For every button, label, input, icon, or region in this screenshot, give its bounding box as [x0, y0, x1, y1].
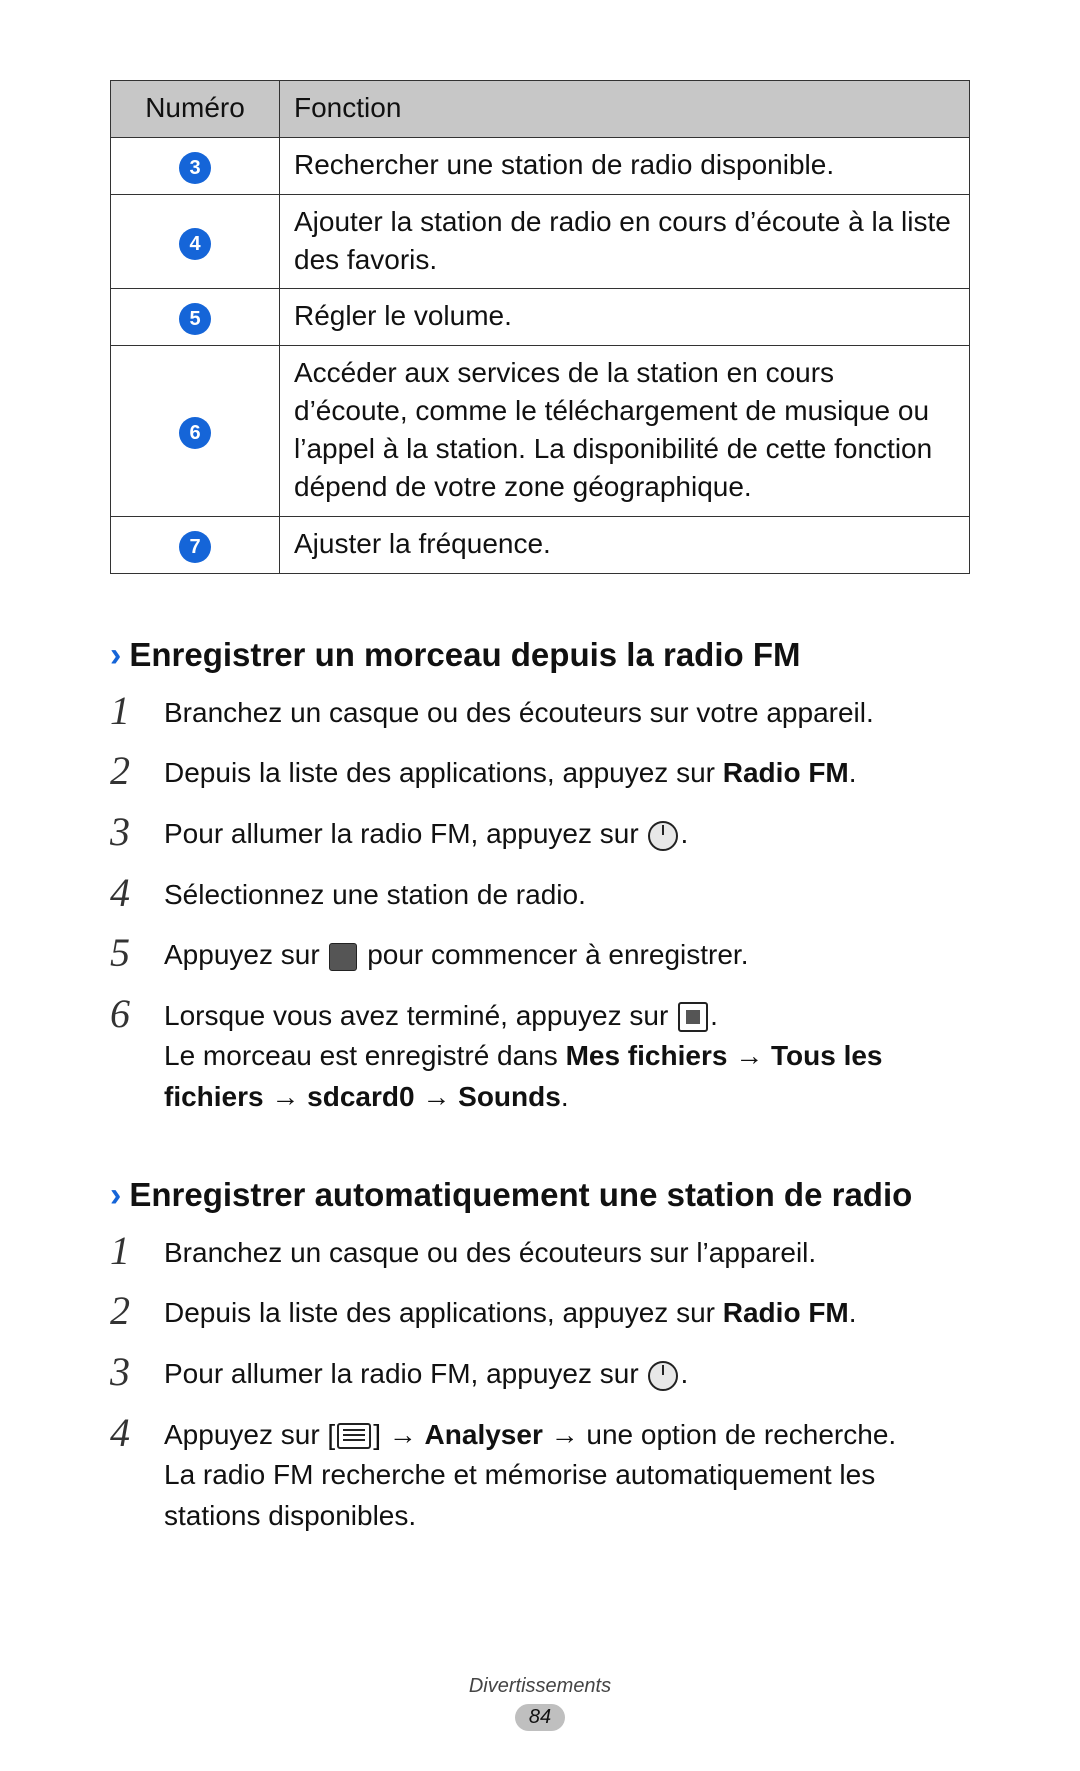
step-text-part: Appuyez sur — [164, 939, 327, 970]
header-numero: Numéro — [111, 81, 280, 138]
step-item: 6 Lorsque vous avez terminé, appuyez sur… — [110, 984, 970, 1126]
table-header-row: Numéro Fonction — [111, 81, 970, 138]
section-title: Enregistrer automatiquement une station … — [129, 1174, 912, 1215]
table-row: 6 Accéder aux services de la station en … — [111, 346, 970, 516]
step-number: 6 — [110, 992, 146, 1034]
function-table: Numéro Fonction 3 Rechercher une station… — [110, 80, 970, 574]
row-num-cell: 3 — [111, 137, 280, 194]
step-text: Depuis la liste des applications, appuye… — [164, 1289, 970, 1334]
row-func-cell: Ajouter la station de radio en cours d’é… — [280, 194, 970, 289]
number-badge-icon: 3 — [179, 152, 211, 184]
step-item: 5 Appuyez sur pour commencer à enregistr… — [110, 923, 970, 984]
table-row: 4 Ajouter la station de radio en cours d… — [111, 194, 970, 289]
step-item: 2 Depuis la liste des applications, appu… — [110, 741, 970, 802]
step-item: 1 Branchez un casque ou des écouteurs su… — [110, 681, 970, 742]
number-badge-icon: 5 — [179, 303, 211, 335]
step-text-part: Appuyez sur [ — [164, 1419, 335, 1450]
footer-section-label: Divertissements — [0, 1675, 1080, 1698]
step-text-part: . — [680, 818, 688, 849]
step-text: Pour allumer la radio FM, appuyez sur . — [164, 810, 970, 855]
step-text: Appuyez sur [ ] → Analyser → une option d… — [164, 1411, 970, 1537]
section-heading-record-song: › Enregistrer un morceau depuis la radio… — [110, 634, 970, 675]
step-text-bold: Radio FM — [723, 1297, 849, 1328]
step-text-part: ] → — [373, 1419, 424, 1450]
step-text-bold: Analyser — [425, 1419, 543, 1450]
step-number: 3 — [110, 810, 146, 852]
step-text: Appuyez sur pour commencer à enregistrer… — [164, 931, 970, 976]
arrow-text: → — [264, 1081, 308, 1112]
step-text-part: La radio FM recherche et mémorise automa… — [164, 1459, 875, 1531]
step-number: 3 — [110, 1350, 146, 1392]
step-text-part: . — [710, 1000, 718, 1031]
step-text-bold: Mes fichiers — [566, 1040, 728, 1071]
step-item: 1 Branchez un casque ou des écouteurs su… — [110, 1221, 970, 1282]
steps-list-auto-record: 1 Branchez un casque ou des écouteurs su… — [110, 1221, 970, 1545]
page-number-badge: 84 — [515, 1704, 565, 1731]
arrow-text: → — [415, 1081, 459, 1112]
record-icon — [329, 943, 357, 971]
step-item: 4 Sélectionnez une station de radio. — [110, 863, 970, 924]
table-row: 3 Rechercher une station de radio dispon… — [111, 137, 970, 194]
step-item: 4 Appuyez sur [ ] → Analyser → une option… — [110, 1403, 970, 1545]
section-title: Enregistrer un morceau depuis la radio F… — [129, 634, 800, 675]
step-text: Pour allumer la radio FM, appuyez sur . — [164, 1350, 970, 1395]
table-row: 5 Régler le volume. — [111, 289, 970, 346]
page-footer: Divertissements 84 — [0, 1675, 1080, 1731]
step-text: Sélectionnez une station de radio. — [164, 871, 970, 916]
step-text-part: Pour allumer la radio FM, appuyez sur — [164, 818, 646, 849]
row-num-cell: 6 — [111, 346, 280, 516]
step-text: Branchez un casque ou des écouteurs sur … — [164, 1229, 970, 1274]
steps-list-record-song: 1 Branchez un casque ou des écouteurs su… — [110, 681, 970, 1126]
step-text: Branchez un casque ou des écouteurs sur … — [164, 689, 970, 734]
power-icon — [648, 1361, 678, 1391]
step-text-part: . — [680, 1358, 688, 1389]
arrow-text: → — [727, 1040, 771, 1071]
step-number: 1 — [110, 1229, 146, 1271]
step-number: 2 — [110, 749, 146, 791]
step-number: 2 — [110, 1289, 146, 1331]
row-num-cell: 7 — [111, 516, 280, 573]
step-number: 1 — [110, 689, 146, 731]
row-num-cell: 5 — [111, 289, 280, 346]
step-text-part: Depuis la liste des applications, appuye… — [164, 757, 723, 788]
document-page: Numéro Fonction 3 Rechercher une station… — [0, 0, 1080, 1771]
step-text-part: . — [849, 757, 857, 788]
step-text-part: Le morceau est enregistré dans — [164, 1040, 566, 1071]
row-func-cell: Accéder aux services de la station en co… — [280, 346, 970, 516]
chevron-right-icon: › — [110, 1178, 121, 1212]
menu-icon — [337, 1423, 371, 1449]
number-badge-icon: 4 — [179, 228, 211, 260]
stop-icon — [678, 1002, 708, 1032]
step-text-bold: Sounds — [458, 1081, 561, 1112]
chevron-right-icon: › — [110, 638, 121, 672]
step-text-part: → une option de recherche. — [543, 1419, 896, 1450]
step-text-part: Lorsque vous avez terminé, appuyez sur — [164, 1000, 676, 1031]
step-text: Depuis la liste des applications, appuye… — [164, 749, 970, 794]
step-text-part: . — [849, 1297, 857, 1328]
step-text-part: pour commencer à enregistrer. — [359, 939, 748, 970]
step-item: 2 Depuis la liste des applications, appu… — [110, 1281, 970, 1342]
step-text-part: Depuis la liste des applications, appuye… — [164, 1297, 723, 1328]
step-text-bold: sdcard0 — [307, 1081, 414, 1112]
row-func-cell: Rechercher une station de radio disponib… — [280, 137, 970, 194]
step-number: 4 — [110, 871, 146, 913]
step-number: 4 — [110, 1411, 146, 1453]
step-text-bold: Radio FM — [723, 757, 849, 788]
step-item: 3 Pour allumer la radio FM, appuyez sur … — [110, 1342, 970, 1403]
number-badge-icon: 7 — [179, 531, 211, 563]
step-number: 5 — [110, 931, 146, 973]
step-text: Lorsque vous avez terminé, appuyez sur .… — [164, 992, 970, 1118]
row-func-cell: Régler le volume. — [280, 289, 970, 346]
step-text-part: Pour allumer la radio FM, appuyez sur — [164, 1358, 646, 1389]
row-func-cell: Ajuster la fréquence. — [280, 516, 970, 573]
row-num-cell: 4 — [111, 194, 280, 289]
step-item: 3 Pour allumer la radio FM, appuyez sur … — [110, 802, 970, 863]
header-fonction: Fonction — [280, 81, 970, 138]
power-icon — [648, 821, 678, 851]
section-heading-auto-record: › Enregistrer automatiquement une statio… — [110, 1174, 970, 1215]
table-row: 7 Ajuster la fréquence. — [111, 516, 970, 573]
number-badge-icon: 6 — [179, 417, 211, 449]
step-text-part: . — [561, 1081, 569, 1112]
